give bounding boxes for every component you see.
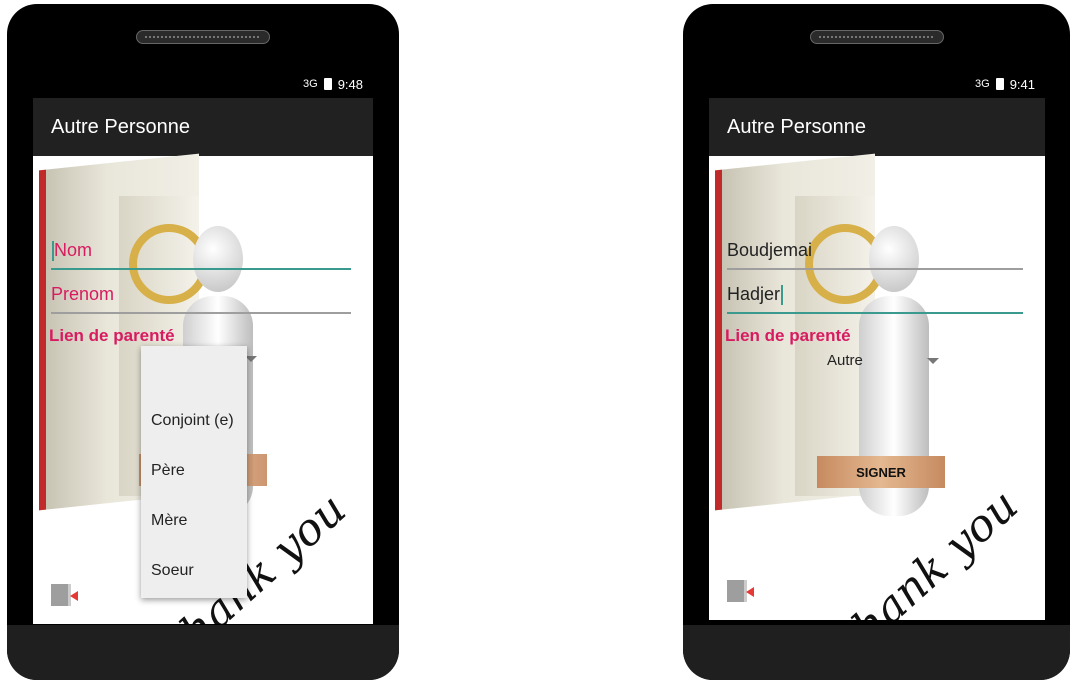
exit-icon[interactable] <box>51 584 78 606</box>
screen-right: 3G 9:41 Autre Personne Thank you Boudjem… <box>709 70 1045 620</box>
lien-label: Lien de parenté <box>49 326 175 345</box>
screen-left: 3G 9:48 Autre Personne Thank you Nom Pre… <box>33 70 373 624</box>
dropdown-option-conjoint[interactable]: Conjoint (e) <box>151 412 234 430</box>
dropdown-option-pere[interactable]: Père <box>151 462 185 480</box>
status-time: 9:41 <box>1009 76 1035 92</box>
chevron-down-icon[interactable] <box>927 358 939 364</box>
lien-dropdown-menu[interactable]: Conjoint (e) Père Mère Soeur <box>141 346 247 598</box>
speaker-grille <box>809 30 944 44</box>
prenom-field[interactable]: Hadjer <box>727 284 1023 314</box>
prenom-field[interactable]: Prenom <box>51 284 351 314</box>
lien-label: Lien de parenté <box>725 326 851 345</box>
lien-spinner[interactable]: Autre <box>827 352 863 369</box>
phone-right: 3G 9:41 Autre Personne Thank you Boudjem… <box>683 4 1070 680</box>
phone-left: 3G 9:48 Autre Personne Thank you Nom Pre… <box>7 4 399 680</box>
signer-button[interactable]: SIGNER <box>817 456 945 488</box>
status-bar: 3G 9:48 <box>33 70 373 98</box>
battery-icon <box>995 78 1004 90</box>
nom-field[interactable]: Boudjemai <box>727 240 1023 270</box>
dropdown-option-mere[interactable]: Mère <box>151 512 187 530</box>
dropdown-option-soeur[interactable]: Soeur <box>151 562 194 580</box>
page-title: Autre Personne <box>51 115 190 138</box>
signal-icon: 3G <box>303 78 318 90</box>
signal-icon: 3G <box>975 78 990 90</box>
nom-field[interactable]: Nom <box>51 240 351 270</box>
prenom-placeholder: Prenom <box>51 284 115 304</box>
speaker-grille <box>136 30 270 44</box>
form-content: Thank you Nom Prenom Lien de parenté Con… <box>33 153 373 624</box>
page-title: Autre Personne <box>727 115 866 138</box>
app-bar: Autre Personne <box>33 98 373 156</box>
nom-placeholder: Nom <box>54 240 93 260</box>
app-bar: Autre Personne <box>709 98 1045 156</box>
battery-icon <box>323 78 332 90</box>
signer-label: SIGNER <box>856 464 906 480</box>
exit-icon[interactable] <box>727 580 754 602</box>
spinner-value: Autre <box>827 352 863 369</box>
text-caret <box>781 285 784 306</box>
phone-chin <box>683 625 1070 680</box>
status-time: 9:48 <box>337 76 363 92</box>
prenom-value: Hadjer <box>727 284 781 304</box>
phone-chin <box>7 625 399 680</box>
form-content: Thank you Boudjemai Hadjer Lien de paren… <box>709 153 1045 620</box>
nom-value: Boudjemai <box>727 240 813 260</box>
status-bar: 3G 9:41 <box>709 70 1045 98</box>
